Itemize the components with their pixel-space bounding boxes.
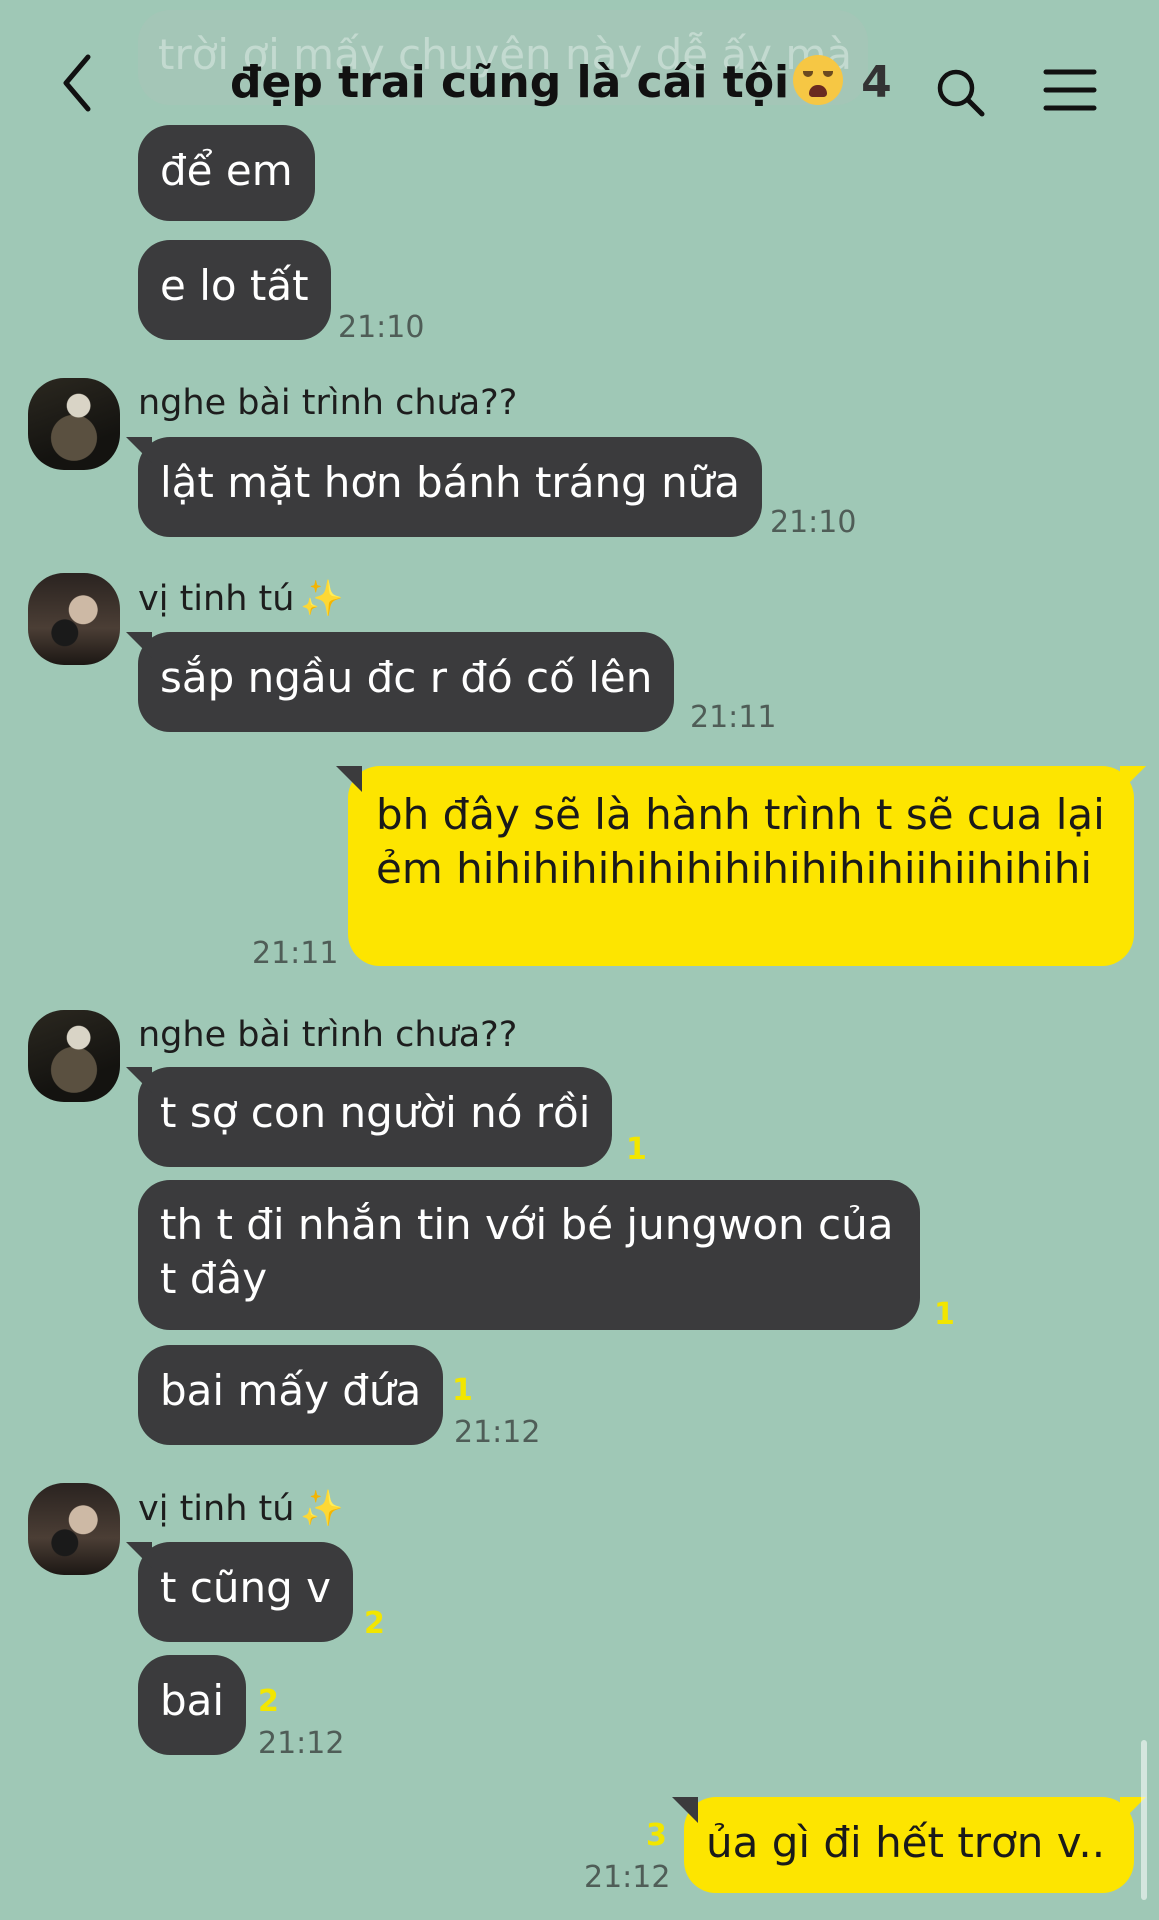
back-button[interactable] bbox=[50, 45, 110, 120]
message-time: 21:11 bbox=[252, 936, 339, 971]
sender-name: vị tinh tú ✨ bbox=[138, 1488, 344, 1529]
member-count: 4 bbox=[861, 57, 892, 108]
message-bubble[interactable]: th t đi nhắn tin với bé jungwon của t đâ… bbox=[138, 1180, 920, 1330]
menu-button[interactable] bbox=[1040, 62, 1100, 122]
message-time: 21:10 bbox=[338, 310, 425, 345]
sender-name: vị tinh tú ✨ bbox=[138, 578, 344, 619]
message-bubble[interactable]: bai bbox=[138, 1655, 247, 1755]
menu-icon bbox=[1043, 69, 1097, 111]
chevron-left-icon bbox=[63, 54, 91, 112]
message-bubble[interactable]: lật mặt hơn bánh tráng nữa bbox=[125, 437, 763, 537]
message-bubble[interactable]: bai mấy đứa bbox=[138, 1345, 444, 1445]
message-bubble[interactable]: t cũng v bbox=[125, 1542, 354, 1642]
sender-name: nghe bài trình chưa?? bbox=[138, 383, 518, 423]
unread-count: 2 bbox=[364, 1606, 385, 1641]
message-time: 21:12 bbox=[258, 1726, 345, 1761]
search-icon bbox=[937, 69, 985, 117]
sender-name: nghe bài trình chưa?? bbox=[138, 1015, 518, 1055]
unread-count: 1 bbox=[452, 1373, 473, 1408]
scrollbar[interactable] bbox=[1141, 1740, 1147, 1900]
avatar[interactable] bbox=[28, 1010, 120, 1102]
message-bubble[interactable]: để em bbox=[138, 125, 315, 221]
chat-title-text: đẹp trai cũng là cái tội bbox=[230, 57, 790, 108]
message-bubble[interactable]: t sợ con người nó rồi bbox=[125, 1067, 613, 1167]
sparkle-icon: ✨ bbox=[300, 579, 344, 619]
unread-count: 2 bbox=[258, 1684, 279, 1719]
sender-name-text: vị tinh tú bbox=[138, 579, 295, 619]
search-button[interactable] bbox=[930, 62, 990, 122]
message-time: 21:12 bbox=[454, 1415, 541, 1450]
my-message-bubble[interactable]: bh đây sẽ là hành trình t sẽ cua lại ẻm … bbox=[336, 766, 1146, 966]
my-message-bubble[interactable]: ủa gì đi hết trơn v.. bbox=[672, 1797, 1146, 1893]
sender-name-text: vị tinh tú bbox=[138, 1489, 295, 1529]
sparkle-icon: ✨ bbox=[300, 1489, 344, 1529]
unread-count: 1 bbox=[934, 1297, 955, 1332]
avatar[interactable] bbox=[28, 378, 120, 470]
message-time: 21:11 bbox=[690, 700, 777, 735]
avatar[interactable] bbox=[28, 1483, 120, 1575]
message-bubble[interactable]: e lo tất bbox=[138, 240, 331, 340]
avatar[interactable] bbox=[28, 573, 120, 665]
unread-count: 3 bbox=[646, 1818, 667, 1853]
message-time: 21:12 bbox=[584, 1860, 671, 1895]
message-bubble[interactable]: sắp ngầu đc r đó cố lên bbox=[125, 632, 675, 732]
message-time: 21:10 bbox=[770, 505, 857, 540]
chat-title: đẹp trai cũng là cái tội 4 bbox=[230, 50, 930, 116]
unread-count: 1 bbox=[626, 1132, 647, 1167]
crying-face-emoji-icon bbox=[793, 55, 844, 105]
